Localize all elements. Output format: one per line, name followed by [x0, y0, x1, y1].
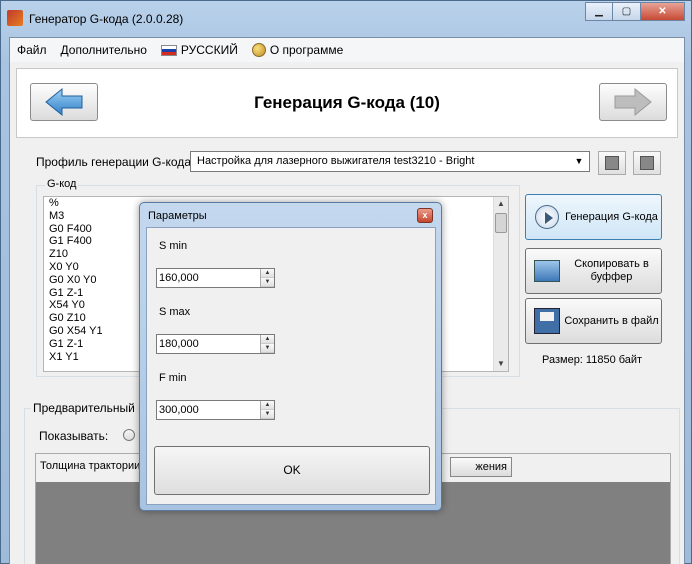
s-min-label: S min [159, 240, 188, 252]
page-title: Генерация G-кода (10) [254, 93, 440, 112]
s-max-label: S max [159, 306, 191, 318]
s-max-value: 180,000 [159, 338, 199, 350]
f-min-input[interactable]: 300,000 ▲ ▼ [156, 400, 275, 420]
f-min-stepper[interactable]: ▲ ▼ [260, 401, 274, 419]
spin-up-icon[interactable]: ▲ [261, 269, 274, 278]
preview-button[interactable]: жения [450, 457, 512, 477]
spin-up-icon[interactable]: ▲ [261, 335, 274, 344]
generate-button-label: Генерация G-кода [565, 210, 658, 223]
gcode-group-label: G-код [45, 178, 79, 190]
menu-about[interactable]: О программе [245, 43, 350, 57]
show-radio[interactable] [123, 429, 135, 441]
save-file-button-label: Сохранить в файл [564, 314, 659, 327]
menu-language[interactable]: РУССКИЙ [154, 43, 245, 57]
menu-language-label: РУССКИЙ [180, 43, 238, 57]
app-window: Генератор G-кода (2.0.0.28) ▁ ▢ ✕ Файл Д… [0, 0, 692, 564]
s-min-value: 160,000 [159, 272, 199, 284]
copy-button-label: Скопировать в буффер [574, 258, 649, 283]
f-min-value: 300,000 [159, 404, 199, 416]
ok-button[interactable]: OK [154, 446, 430, 495]
menu-extra[interactable]: Дополнительно [54, 43, 154, 57]
save-file-button[interactable]: Сохранить в файл [525, 298, 662, 344]
chevron-down-icon: ▼ [574, 156, 584, 166]
s-max-stepper[interactable]: ▲ ▼ [260, 335, 274, 353]
profile-select[interactable]: Настройка для лазерного выжигателя test3… [190, 151, 590, 172]
dialog-title: Параметры [148, 210, 207, 222]
s-max-input[interactable]: 180,000 ▲ ▼ [156, 334, 275, 354]
show-label: Показывать: [39, 429, 109, 443]
spin-down-icon[interactable]: ▼ [261, 344, 274, 353]
russia-flag-icon [160, 44, 177, 56]
close-button[interactable]: ✕ [641, 2, 685, 21]
gcode-scrollbar[interactable]: ▲ ▼ [493, 197, 508, 371]
edit-profile-button[interactable] [633, 151, 661, 175]
play-icon [535, 205, 559, 229]
floppy-icon [605, 156, 619, 170]
menu-bar: Файл Дополнительно РУССКИЙ О программе [10, 38, 684, 62]
menu-file[interactable]: Файл [10, 43, 54, 57]
f-min-label: F min [159, 372, 187, 384]
clipboard-icon [534, 260, 560, 282]
window-title: Генератор G-кода (2.0.0.28) [29, 12, 184, 26]
copy-button[interactable]: Скопировать в буффер [525, 248, 662, 294]
spin-down-icon[interactable]: ▼ [261, 410, 274, 419]
floppy-disk-icon [534, 308, 560, 334]
wizard-header: Генерация G-кода (10) [16, 68, 678, 138]
menu-file-label: Файл [17, 43, 47, 57]
scroll-thumb[interactable] [495, 213, 507, 233]
scroll-down-icon[interactable]: ▼ [494, 357, 508, 371]
caption-buttons: ▁ ▢ ✕ [585, 2, 685, 21]
menu-extra-label: Дополнительно [60, 43, 147, 57]
dialog-close-icon[interactable]: x [417, 208, 433, 223]
s-min-input[interactable]: 160,000 ▲ ▼ [156, 268, 275, 288]
save-profile-button[interactable] [598, 151, 626, 175]
spin-up-icon[interactable]: ▲ [261, 401, 274, 410]
dialog-body: S min 160,000 ▲ ▼ S max 180,000 ▲ ▼ F mi… [146, 227, 436, 505]
profile-label: Профиль генерации G-кода: [36, 155, 195, 169]
file-size-label: Размер: 11850 байт [542, 354, 643, 366]
app-icon [7, 10, 23, 26]
preview-group-label: Предварительный пр [31, 401, 154, 415]
s-min-stepper[interactable]: ▲ ▼ [260, 269, 274, 287]
parameters-dialog: Параметры x S min 160,000 ▲ ▼ S max 180,… [139, 202, 442, 511]
arrow-right-icon [614, 87, 652, 117]
title-bar[interactable]: Генератор G-кода (2.0.0.28) ▁ ▢ ✕ [1, 1, 691, 37]
minimize-button[interactable]: ▁ [585, 2, 613, 21]
spin-down-icon[interactable]: ▼ [261, 278, 274, 287]
maximize-button[interactable]: ▢ [613, 2, 641, 21]
scroll-up-icon[interactable]: ▲ [494, 197, 508, 211]
thickness-label: Толщина трактории: [40, 460, 144, 472]
menu-about-label: О программе [269, 43, 344, 57]
profile-selected-value: Настройка для лазерного выжигателя test3… [197, 155, 475, 167]
generate-button[interactable]: Генерация G-кода [525, 194, 662, 240]
palette-icon [251, 43, 266, 57]
next-button[interactable] [599, 83, 667, 121]
edit-icon [640, 156, 654, 170]
